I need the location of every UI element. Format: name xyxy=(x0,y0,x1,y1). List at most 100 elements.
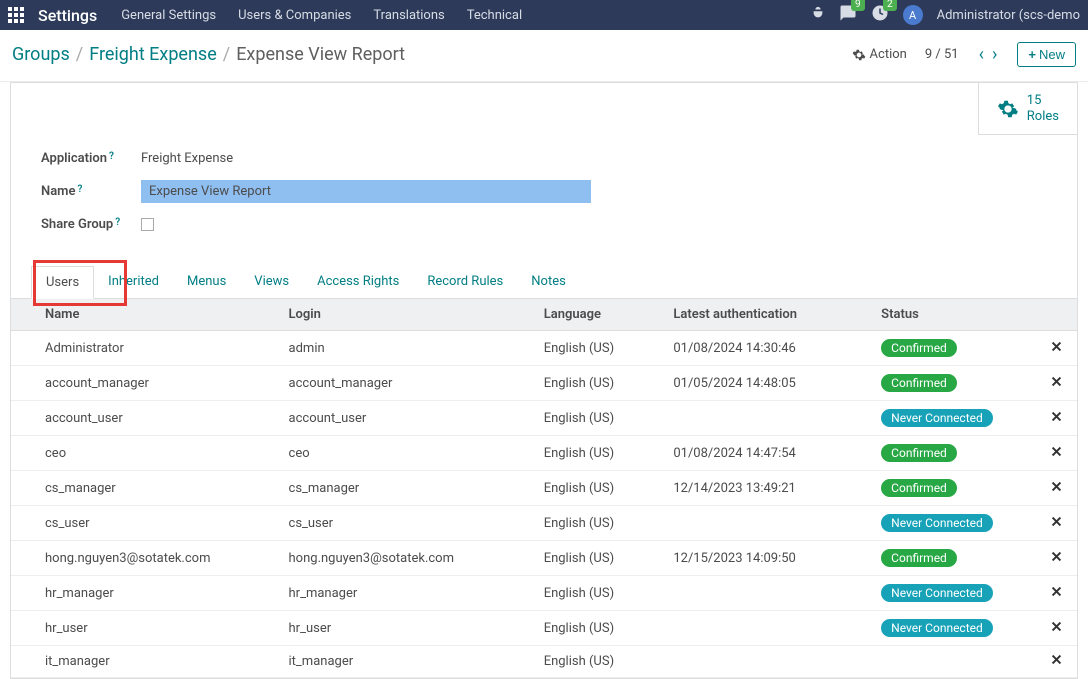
th-lang[interactable]: Language xyxy=(534,299,664,331)
delete-row[interactable] xyxy=(1036,471,1077,506)
pager-prev[interactable]: ‹ xyxy=(977,44,986,65)
activities-icon[interactable]: 2 xyxy=(871,4,889,26)
tab-users[interactable]: Users xyxy=(31,266,94,299)
close-icon xyxy=(1051,481,1062,492)
cell-lang: English (US) xyxy=(534,331,664,366)
apps-icon[interactable] xyxy=(8,7,24,23)
delete-row[interactable] xyxy=(1036,611,1077,646)
application-value[interactable]: Freight Expense xyxy=(141,151,233,166)
cell-auth xyxy=(663,576,871,611)
cell-auth: 12/15/2023 14:09:50 xyxy=(663,541,871,576)
tab-record-rules[interactable]: Record Rules xyxy=(413,266,517,298)
topbar-menu: General Settings Users & Companies Trans… xyxy=(121,8,522,23)
help-icon[interactable]: ? xyxy=(109,151,114,162)
status-badge: Never Connected xyxy=(881,409,993,427)
username[interactable]: Administrator (scs-demo xyxy=(937,8,1080,23)
table-row[interactable]: cs_usercs_userEnglish (US)Never Connecte… xyxy=(11,506,1077,541)
cell-lang: English (US) xyxy=(534,436,664,471)
close-icon xyxy=(1051,621,1062,632)
cell-login: hong.nguyen3@sotatek.com xyxy=(279,541,534,576)
form-sheet: 15 Roles Application? Freight Expense Na… xyxy=(10,82,1078,679)
gears-icon xyxy=(997,98,1019,120)
table-header: Name Login Language Latest authenticatio… xyxy=(11,299,1077,331)
table-row[interactable]: hr_userhr_userEnglish (US)Never Connecte… xyxy=(11,611,1077,646)
action-button[interactable]: Action xyxy=(852,47,907,62)
roles-stat[interactable]: 15 Roles xyxy=(978,83,1077,135)
cell-login: admin xyxy=(279,331,534,366)
th-login[interactable]: Login xyxy=(279,299,534,331)
menu-technical[interactable]: Technical xyxy=(467,8,522,23)
cell-lang: English (US) xyxy=(534,401,664,436)
delete-row[interactable] xyxy=(1036,366,1077,401)
delete-row[interactable] xyxy=(1036,576,1077,611)
cell-login: account_manager xyxy=(279,366,534,401)
cell-lang: English (US) xyxy=(534,611,664,646)
th-auth[interactable]: Latest authentication xyxy=(663,299,871,331)
cell-auth xyxy=(663,401,871,436)
name-value[interactable]: Expense View Report xyxy=(141,180,591,203)
tab-views[interactable]: Views xyxy=(240,266,303,298)
cell-name: hong.nguyen3@sotatek.com xyxy=(11,541,279,576)
new-button[interactable]: +New xyxy=(1017,42,1076,67)
cell-login: account_user xyxy=(279,401,534,436)
tab-inherited[interactable]: Inherited xyxy=(94,266,173,298)
breadcrumb-groups[interactable]: Groups xyxy=(12,44,70,65)
cell-auth: 01/08/2024 14:30:46 xyxy=(663,331,871,366)
cell-auth: 12/14/2023 13:49:21 xyxy=(663,471,871,506)
tabs: Users Inherited Menus Views Access Right… xyxy=(11,266,1077,299)
breadcrumb-current: Expense View Report xyxy=(236,44,405,65)
help-icon[interactable]: ? xyxy=(115,217,120,228)
cell-status: Never Connected xyxy=(871,576,1036,611)
breadcrumb-app[interactable]: Freight Expense xyxy=(89,44,217,65)
table-row[interactable]: it_managerit_managerEnglish (US) xyxy=(11,646,1077,678)
cell-name: ceo xyxy=(11,436,279,471)
close-icon xyxy=(1051,586,1062,597)
th-name[interactable]: Name xyxy=(11,299,279,331)
close-icon xyxy=(1051,341,1062,352)
roles-count: 15 xyxy=(1027,93,1059,109)
table-row[interactable]: hong.nguyen3@sotatek.comhong.nguyen3@sot… xyxy=(11,541,1077,576)
pager[interactable]: 9 / 51 xyxy=(925,47,959,62)
table-row[interactable]: cs_managercs_managerEnglish (US)12/14/20… xyxy=(11,471,1077,506)
cell-lang: English (US) xyxy=(534,576,664,611)
tab-menus[interactable]: Menus xyxy=(173,266,240,298)
table-row[interactable]: account_useraccount_userEnglish (US)Neve… xyxy=(11,401,1077,436)
avatar[interactable]: A xyxy=(903,5,923,25)
cell-lang: English (US) xyxy=(534,506,664,541)
table-row[interactable]: ceoceoEnglish (US)01/08/2024 14:47:54Con… xyxy=(11,436,1077,471)
gear-icon xyxy=(852,48,866,62)
close-icon xyxy=(1051,654,1062,665)
cell-auth: 01/05/2024 14:48:05 xyxy=(663,366,871,401)
menu-general[interactable]: General Settings xyxy=(121,8,216,23)
cell-login: cs_user xyxy=(279,506,534,541)
table-row[interactable]: AdministratoradminEnglish (US)01/08/2024… xyxy=(11,331,1077,366)
delete-row[interactable] xyxy=(1036,436,1077,471)
cell-auth xyxy=(663,611,871,646)
delete-row[interactable] xyxy=(1036,646,1077,678)
delete-row[interactable] xyxy=(1036,506,1077,541)
table-row[interactable]: account_manageraccount_managerEnglish (U… xyxy=(11,366,1077,401)
cell-login: ceo xyxy=(279,436,534,471)
help-icon[interactable]: ? xyxy=(77,184,82,195)
breadcrumb: Groups / Freight Expense / Expense View … xyxy=(12,44,405,65)
application-label: Application? xyxy=(41,151,141,166)
menu-translations[interactable]: Translations xyxy=(373,8,444,23)
close-icon xyxy=(1051,551,1062,562)
cell-name: hr_manager xyxy=(11,576,279,611)
cell-status: Confirmed xyxy=(871,436,1036,471)
cell-auth: 01/08/2024 14:47:54 xyxy=(663,436,871,471)
th-status[interactable]: Status xyxy=(871,299,1036,331)
tab-notes[interactable]: Notes xyxy=(517,266,580,298)
close-icon xyxy=(1051,446,1062,457)
bug-icon[interactable] xyxy=(811,6,825,24)
menu-users[interactable]: Users & Companies xyxy=(238,8,351,23)
delete-row[interactable] xyxy=(1036,331,1077,366)
share-group-checkbox[interactable] xyxy=(141,218,154,231)
messages-icon[interactable]: 9 xyxy=(839,4,857,26)
cell-login: hr_user xyxy=(279,611,534,646)
table-row[interactable]: hr_managerhr_managerEnglish (US)Never Co… xyxy=(11,576,1077,611)
tab-access-rights[interactable]: Access Rights xyxy=(303,266,413,298)
delete-row[interactable] xyxy=(1036,401,1077,436)
pager-next[interactable]: › xyxy=(990,44,999,65)
delete-row[interactable] xyxy=(1036,541,1077,576)
